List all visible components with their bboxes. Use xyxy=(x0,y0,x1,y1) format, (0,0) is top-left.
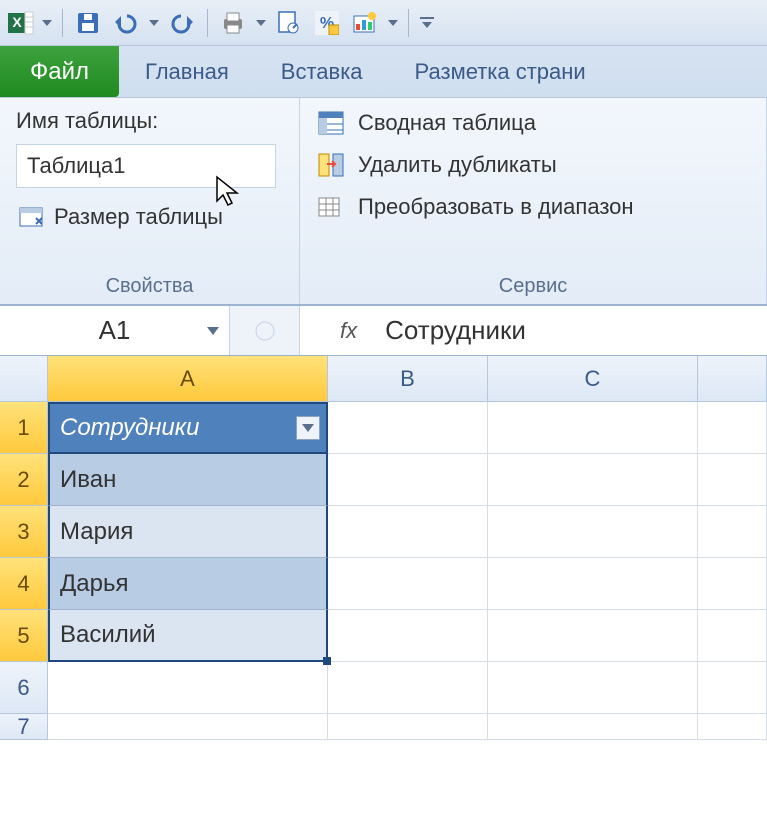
cell-c1[interactable] xyxy=(488,402,698,454)
tab-insert[interactable]: Вставка xyxy=(255,46,389,97)
table-row[interactable]: Мария xyxy=(48,506,328,558)
redo-button[interactable] xyxy=(165,6,199,40)
row-header-5[interactable]: 5 xyxy=(0,610,48,662)
row-header-4[interactable]: 4 xyxy=(0,558,48,610)
resize-table-label: Размер таблицы xyxy=(54,204,223,230)
row-header-6[interactable]: 6 xyxy=(0,662,48,714)
remove-duplicates-icon xyxy=(316,150,346,180)
cell-d1[interactable] xyxy=(698,402,767,454)
cell-b2[interactable] xyxy=(328,454,488,506)
pivot-table-button[interactable]: Сводная таблица xyxy=(316,108,750,138)
cell-b3[interactable] xyxy=(328,506,488,558)
qat-customize-dropdown-icon[interactable] xyxy=(417,17,437,29)
cell-c4[interactable] xyxy=(488,558,698,610)
row-header-2[interactable]: 2 xyxy=(0,454,48,506)
cell-b7[interactable] xyxy=(328,714,488,740)
column-header-extra[interactable] xyxy=(698,356,767,402)
remove-duplicates-label: Удалить дубликаты xyxy=(358,152,557,178)
svg-text:X: X xyxy=(12,14,22,30)
percent-format-button[interactable]: % xyxy=(310,6,344,40)
cell-d2[interactable] xyxy=(698,454,767,506)
cell-a7[interactable] xyxy=(48,714,328,740)
row-header-1[interactable]: 1 xyxy=(0,402,48,454)
ribbon-tabs: Файл Главная Вставка Разметка страни xyxy=(0,46,767,98)
cell-d6[interactable] xyxy=(698,662,767,714)
cell-c5[interactable] xyxy=(488,610,698,662)
page-setup-button[interactable] xyxy=(272,6,306,40)
convert-range-label: Преобразовать в диапазон xyxy=(358,194,634,220)
column-header-c[interactable]: C xyxy=(488,356,698,402)
resize-table-icon xyxy=(16,202,46,232)
pivot-table-label: Сводная таблица xyxy=(358,110,536,136)
remove-duplicates-button[interactable]: Удалить дубликаты xyxy=(316,150,750,180)
group-label-tools: Сервис xyxy=(316,269,750,298)
fx-label[interactable]: fx xyxy=(340,318,357,344)
cell-b4[interactable] xyxy=(328,558,488,610)
name-box[interactable]: A1 xyxy=(0,306,230,355)
pivot-table-icon xyxy=(316,108,346,138)
chart-dropdown-icon[interactable] xyxy=(386,20,400,26)
cell-d4[interactable] xyxy=(698,558,767,610)
cell-a6[interactable] xyxy=(48,662,328,714)
cell-b1[interactable] xyxy=(328,402,488,454)
cell-d5[interactable] xyxy=(698,610,767,662)
undo-dropdown-icon[interactable] xyxy=(147,20,161,26)
cell-d7[interactable] xyxy=(698,714,767,740)
tab-file[interactable]: Файл xyxy=(0,46,119,97)
app-menu-dropdown-icon[interactable] xyxy=(40,20,54,26)
column-header-b[interactable]: B xyxy=(328,356,488,402)
name-box-dropdown-icon[interactable] xyxy=(207,327,219,335)
table-row[interactable]: Василий xyxy=(48,610,328,662)
table-name-label: Имя таблицы: xyxy=(16,108,283,134)
save-button[interactable] xyxy=(71,6,105,40)
excel-logo-icon: X xyxy=(6,8,36,38)
quick-access-toolbar: X % xyxy=(0,0,767,46)
print-button[interactable] xyxy=(216,6,250,40)
formula-content[interactable]: Сотрудники xyxy=(375,315,767,346)
undo-button[interactable] xyxy=(109,6,143,40)
cell-c2[interactable] xyxy=(488,454,698,506)
cell-d3[interactable] xyxy=(698,506,767,558)
ribbon-group-properties: Имя таблицы: Размер таблицы Свойства xyxy=(0,98,300,304)
row-header-3[interactable]: 3 xyxy=(0,506,48,558)
ribbon-body: Имя таблицы: Размер таблицы Свойства Сво… xyxy=(0,98,767,306)
name-box-value: A1 xyxy=(99,315,131,346)
worksheet-grid: A B C 1 Сотрудники 2 Иван 3 Мария 4 Дарь… xyxy=(0,356,767,740)
cell-b5[interactable] xyxy=(328,610,488,662)
row-header-7[interactable]: 7 xyxy=(0,714,48,740)
select-all-corner[interactable] xyxy=(0,356,48,402)
cell-c7[interactable] xyxy=(488,714,698,740)
resize-table-button[interactable]: Размер таблицы xyxy=(16,202,283,232)
chart-wizard-button[interactable] xyxy=(348,6,382,40)
formula-bar: A1 fx Сотрудники xyxy=(0,306,767,356)
convert-range-icon xyxy=(316,192,346,222)
print-dropdown-icon[interactable] xyxy=(254,20,268,26)
cell-b6[interactable] xyxy=(328,662,488,714)
table-name-input[interactable] xyxy=(16,144,276,188)
convert-to-range-button[interactable]: Преобразовать в диапазон xyxy=(316,192,750,222)
tab-page-layout[interactable]: Разметка страни xyxy=(389,46,612,97)
table-row[interactable]: Иван xyxy=(48,454,328,506)
ribbon-group-tools: Сводная таблица Удалить дубликаты Преобр… xyxy=(300,98,767,304)
column-header-a[interactable]: A xyxy=(48,356,328,402)
tab-home[interactable]: Главная xyxy=(119,46,255,97)
table-header-text: Сотрудники xyxy=(60,414,199,442)
cell-c3[interactable] xyxy=(488,506,698,558)
cell-c6[interactable] xyxy=(488,662,698,714)
filter-dropdown-button[interactable] xyxy=(296,416,320,440)
table-row[interactable]: Дарья xyxy=(48,558,328,610)
table-header-cell[interactable]: Сотрудники xyxy=(48,402,328,454)
fx-insert-button[interactable] xyxy=(230,306,300,355)
group-label-properties: Свойства xyxy=(16,269,283,298)
